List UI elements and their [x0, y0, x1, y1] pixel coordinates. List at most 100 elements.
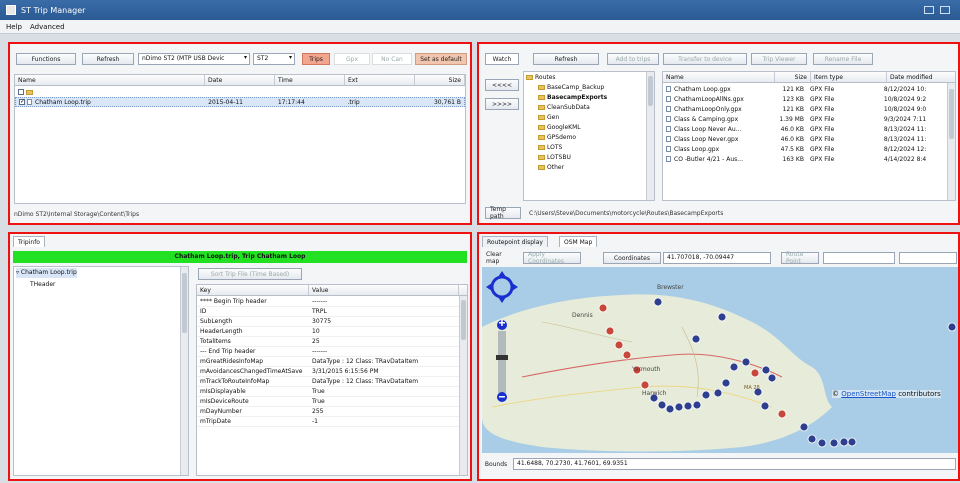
table-row[interactable]: Class & Camping.gpx 1.39 MB GPX File 9/3/20…: [663, 114, 949, 124]
osm-attribution-link[interactable]: OpenStreetMap: [841, 390, 896, 398]
col-size[interactable]: Size: [775, 72, 811, 82]
table-row[interactable]: TotalItems 25: [197, 337, 461, 347]
route-point-marker[interactable]: [640, 380, 650, 390]
route-point-marker[interactable]: [829, 438, 839, 448]
table-row[interactable]: mIsDisplayable True: [197, 387, 461, 397]
clear-map-button[interactable]: Clear map: [482, 251, 518, 265]
grid-scrollbar[interactable]: [459, 296, 467, 475]
trip-viewer-button[interactable]: Trip Viewer: [751, 53, 807, 65]
transfer-right-button[interactable]: >>>>: [485, 98, 519, 110]
zoom-slider-handle[interactable]: [496, 355, 508, 360]
route-point-marker[interactable]: [750, 368, 760, 378]
tree-folder[interactable]: GoogleKML: [526, 123, 652, 133]
pc-file-list[interactable]: Name Size Item type Date modified Chatha…: [662, 71, 956, 201]
table-row[interactable]: CO -Butler 4/21 - Aus... 163 KB GPX File 4/…: [663, 154, 949, 164]
maximize-button[interactable]: [940, 6, 950, 14]
tree-root[interactable]: ▿ Chatham Loop.trip: [16, 268, 77, 278]
tree-folder[interactable]: GPSdemo: [526, 133, 652, 143]
route-point-button[interactable]: Route Point: [781, 251, 819, 265]
col-key[interactable]: Key: [197, 285, 309, 295]
route-point-field-b[interactable]: [899, 252, 957, 264]
route-point-marker[interactable]: [657, 400, 667, 410]
table-row[interactable]: ChathamLoopAllNs.gpx 123 KB GPX File 10/8/2…: [663, 94, 949, 104]
transfer-device-button[interactable]: Transfer to device: [663, 53, 747, 65]
filter-gpx-button[interactable]: Gpx: [334, 53, 370, 65]
route-point-marker[interactable]: [839, 437, 849, 447]
route-point-marker[interactable]: [692, 400, 702, 410]
table-row[interactable]: mDayNumber 255: [197, 407, 461, 417]
tree-scrollbar[interactable]: [646, 72, 654, 200]
tab-osm-map[interactable]: OSM Map: [559, 236, 598, 247]
table-row[interactable]: Chatham Loop.gpx 121 KB GPX File 8/12/2024 …: [663, 84, 949, 94]
route-point-marker[interactable]: [761, 365, 771, 375]
table-row[interactable]: [15, 87, 465, 97]
tree-folder-selected[interactable]: BasecampExports: [526, 93, 652, 103]
tree-folder[interactable]: LOTS: [526, 143, 652, 153]
tree-folder[interactable]: Gen: [526, 113, 652, 123]
route-point-marker[interactable]: [817, 438, 827, 448]
route-point-marker[interactable]: [729, 362, 739, 372]
folder-tree[interactable]: Routes BaseCamp_Backup BasecampExports C…: [523, 71, 655, 201]
table-row[interactable]: mTrackToRouteInfoMap DataType : 12 Class:…: [197, 377, 461, 387]
menu-advanced[interactable]: Advanced: [30, 23, 65, 31]
rename-file-button[interactable]: Rename File: [813, 53, 873, 65]
table-row[interactable]: Class Loop Never.gpx 46.0 KB GPX File 8/13/…: [663, 134, 949, 144]
temp-path-button[interactable]: Temp path: [485, 206, 521, 220]
route-point-marker[interactable]: [614, 340, 624, 350]
apply-coordinates-button[interactable]: Apply Coordinates: [523, 251, 581, 265]
col-value[interactable]: Value: [309, 285, 459, 295]
route-point-marker[interactable]: [691, 334, 701, 344]
device-select[interactable]: nDimo ST2 (MTP USB Devic ▾: [138, 53, 250, 65]
col-date[interactable]: Date modified: [887, 72, 955, 82]
route-point-marker[interactable]: [799, 422, 809, 432]
refresh-pc-button[interactable]: Refresh: [533, 53, 599, 65]
table-row[interactable]: mAvoidancesChangedTimeAtSave 3/31/2015 6:…: [197, 367, 461, 377]
col-time[interactable]: Time: [275, 75, 345, 85]
table-row[interactable]: mGreatRidesInfoMap DataType : 12 Class: T…: [197, 357, 461, 367]
transfer-left-button[interactable]: <<<<: [485, 79, 519, 91]
bounds-button[interactable]: Bounds: [482, 458, 510, 470]
table-row[interactable]: ID TRPL: [197, 307, 461, 317]
route-point-marker[interactable]: [622, 350, 632, 360]
col-size[interactable]: Size: [415, 75, 465, 85]
col-ext[interactable]: Ext: [345, 75, 415, 85]
row-checkbox[interactable]: [18, 89, 24, 95]
route-point-marker[interactable]: [713, 388, 723, 398]
route-point-marker[interactable]: [767, 373, 777, 383]
map-canvas[interactable]: Dennis Yarmouth Harwich Brewster MA 28: [482, 267, 958, 453]
refresh-device-button[interactable]: Refresh: [82, 53, 134, 65]
file-list-scrollbar[interactable]: [947, 83, 955, 200]
drive-select[interactable]: ST2 ▾: [253, 53, 295, 65]
table-row[interactable]: HeaderLength 10: [197, 327, 461, 337]
route-point-marker[interactable]: [683, 401, 693, 411]
route-point-marker[interactable]: [947, 322, 957, 332]
route-point-field-a[interactable]: [823, 252, 895, 264]
route-point-marker[interactable]: [605, 326, 615, 336]
route-point-marker[interactable]: [665, 404, 675, 414]
coordinates-button[interactable]: Coordinates: [603, 252, 661, 264]
route-point-marker[interactable]: [674, 402, 684, 412]
bounds-field[interactable]: 41.6488, 70.2730, 41.7601, 69.9351: [513, 458, 956, 470]
filter-nocan-button[interactable]: No Can: [372, 53, 412, 65]
tree-folder[interactable]: Other: [526, 163, 652, 173]
sort-trip-button[interactable]: Sort Trip File (Time Based): [198, 268, 302, 280]
route-point-marker[interactable]: [653, 297, 663, 307]
route-point-marker[interactable]: [717, 312, 727, 322]
row-checkbox[interactable]: ✓: [19, 99, 25, 105]
route-point-marker[interactable]: [721, 378, 731, 388]
watch-tab[interactable]: Watch: [485, 53, 519, 65]
tree-folder[interactable]: BaseCamp_Backup: [526, 83, 652, 93]
tab-routepoint-display[interactable]: Routepoint display: [482, 236, 548, 247]
menu-help[interactable]: Help: [6, 23, 22, 31]
route-point-marker[interactable]: [807, 434, 817, 444]
route-point-marker[interactable]: [777, 409, 787, 419]
col-date[interactable]: Date: [205, 75, 275, 85]
tree-folder-routes[interactable]: Routes: [526, 73, 652, 83]
coordinates-field[interactable]: 41.707018, -70.09447: [663, 252, 771, 264]
route-point-marker[interactable]: [760, 401, 770, 411]
tree-item[interactable]: THeader: [16, 280, 186, 290]
table-row[interactable]: SubLength 30775: [197, 317, 461, 327]
route-point-marker[interactable]: [741, 357, 751, 367]
tree-folder[interactable]: LOTSBU: [526, 153, 652, 163]
osm-map[interactable]: Dennis Yarmouth Harwich Brewster MA 28 ©…: [482, 267, 958, 453]
